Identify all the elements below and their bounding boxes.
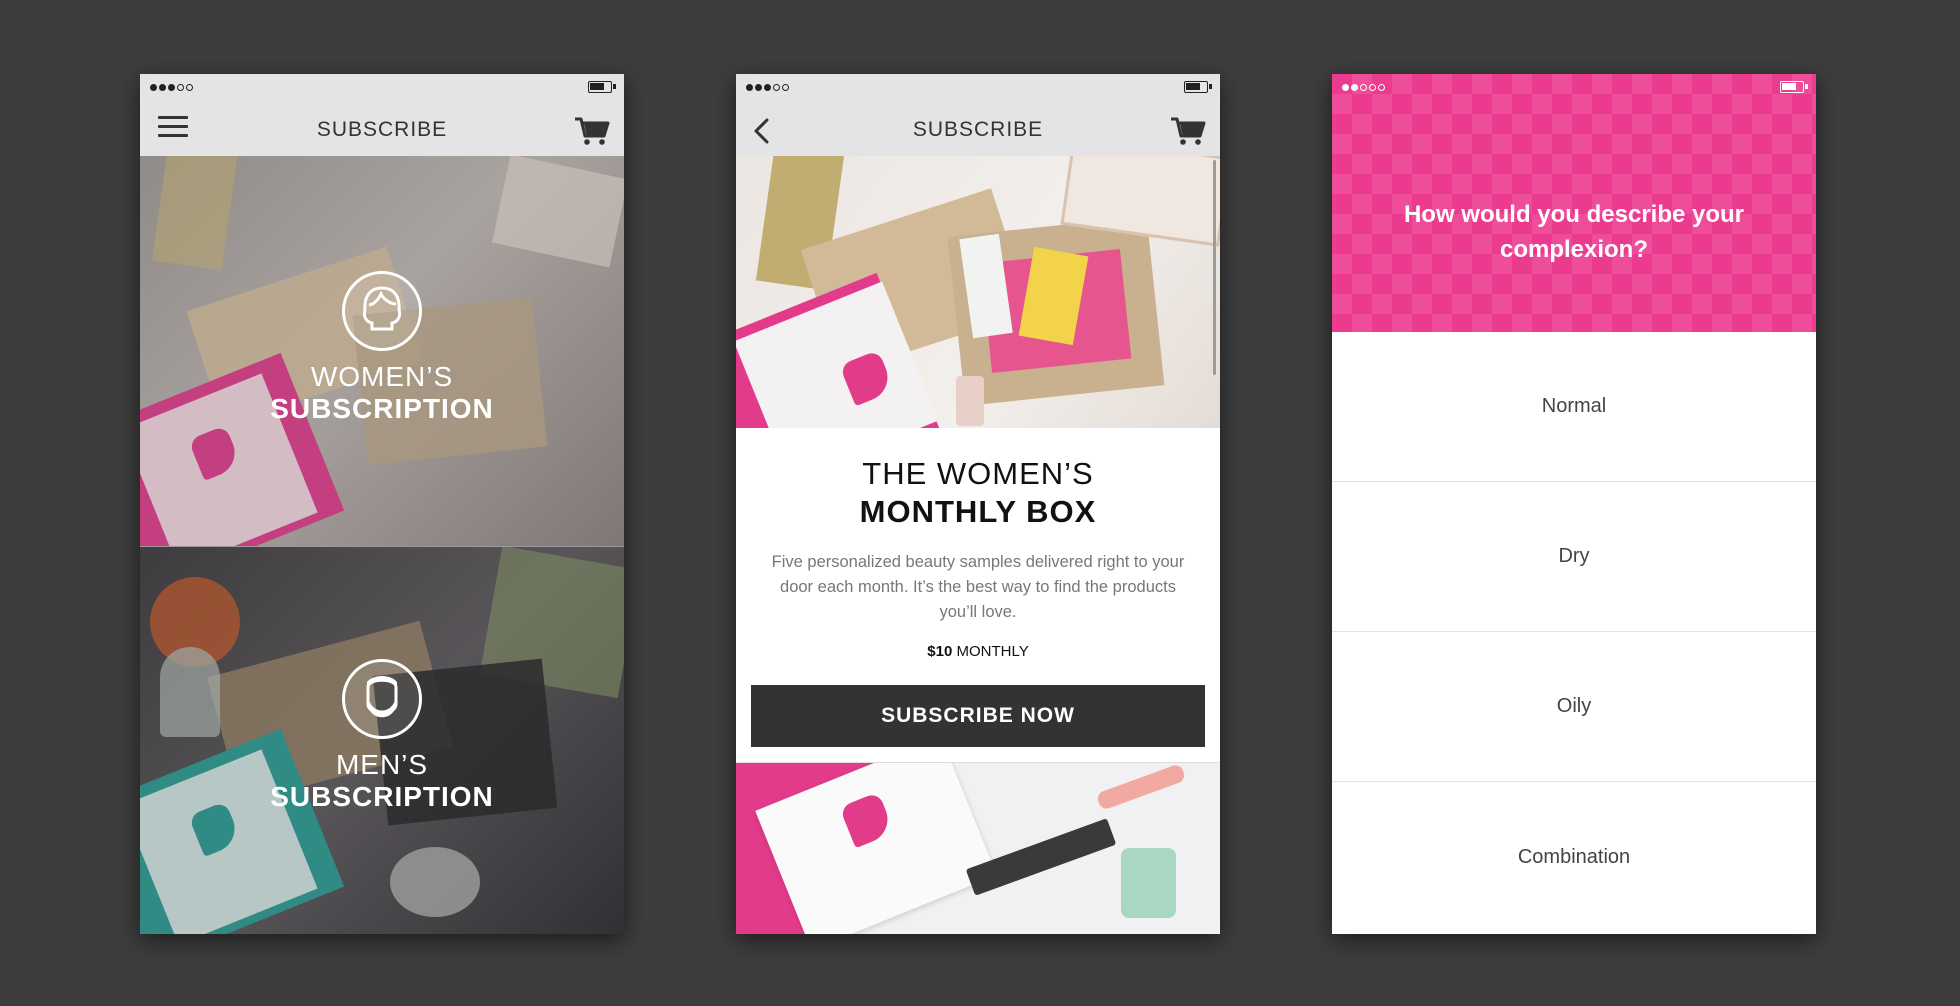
men-subscription-panel[interactable]: MEN’S SUBSCRIPTION — [140, 546, 624, 934]
scrollbar[interactable] — [1213, 160, 1216, 375]
subscribe-now-button[interactable]: SUBSCRIBE NOW — [751, 685, 1205, 747]
status-bar — [736, 74, 1220, 100]
men-subscription-line2: SUBSCRIPTION — [270, 781, 494, 812]
womens-box-photo — [736, 156, 1220, 428]
price-period: MONTHLY — [956, 643, 1029, 660]
cart-icon[interactable] — [1170, 116, 1206, 146]
men-subscription-line1: MEN’S — [335, 749, 429, 780]
page-title: SUBSCRIBE — [912, 118, 1044, 141]
box-title-line2: MONTHLY BOX — [859, 494, 1097, 529]
women-subscription-panel[interactable]: WOMEN’S SUBSCRIPTION — [140, 156, 624, 546]
phone-womens-box: SUBSCRIBE THE WOMEN’S MONTHLY BOX Five p… — [736, 74, 1220, 934]
quiz-question: How would you describe your complexion? — [1403, 201, 1745, 263]
option-oily[interactable]: Oily — [1332, 632, 1816, 782]
phone-subscribe-choice: SUBSCRIBE WOMEN’S SUBSCRIPTION MEN’S SUB… — [140, 74, 624, 934]
option-normal[interactable]: Normal — [1332, 332, 1816, 482]
status-bar — [1332, 74, 1816, 100]
battery-icon — [1780, 81, 1808, 93]
woman-avatar-icon — [342, 271, 422, 351]
option-dry[interactable]: Dry — [1332, 482, 1816, 632]
box-title-line1: THE WOMEN’S — [862, 456, 1094, 491]
products-photo — [736, 762, 1220, 934]
quiz-header: How would you describe your complexion? — [1332, 74, 1816, 332]
cart-icon[interactable] — [574, 116, 610, 146]
option-combination[interactable]: Combination — [1332, 782, 1816, 932]
page-title: SUBSCRIBE — [316, 118, 448, 141]
phone-complexion-quiz: How would you describe your complexion? … — [1332, 74, 1816, 934]
battery-icon — [588, 81, 616, 93]
status-bar — [140, 74, 624, 100]
price: $10 MONTHLY — [736, 643, 1220, 660]
man-avatar-icon — [342, 659, 422, 739]
box-description: Five personalized beauty samples deliver… — [771, 553, 1185, 621]
price-amount: $10 — [927, 643, 953, 660]
women-subscription-line1: WOMEN’S — [310, 361, 454, 392]
battery-icon — [1184, 81, 1212, 93]
women-subscription-line2: SUBSCRIPTION — [270, 393, 494, 424]
